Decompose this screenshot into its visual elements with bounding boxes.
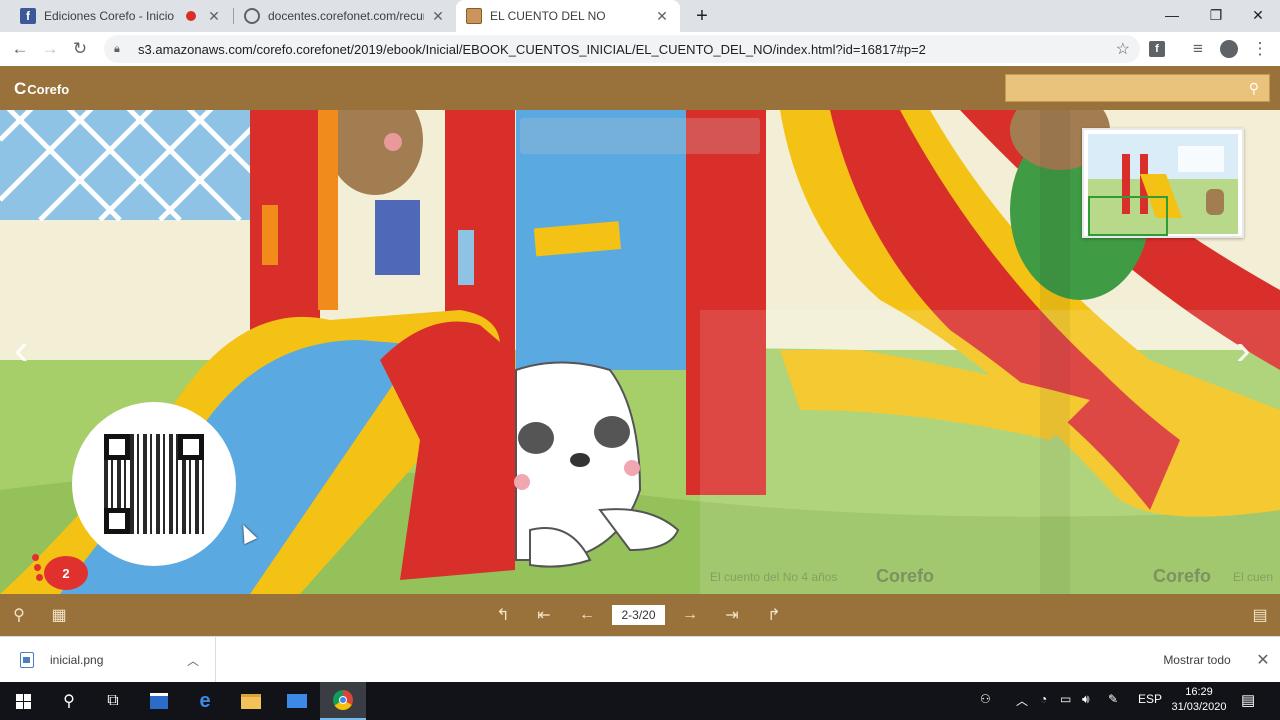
clock-time: 16:29 bbox=[1185, 686, 1213, 698]
search-icon: ⚲ bbox=[1248, 79, 1259, 96]
ebook-page-view[interactable]: ‹ › 2 El cuento del No 4 años Corefo Cor… bbox=[0, 110, 1280, 594]
task-view-icon[interactable]: ⧉ bbox=[90, 682, 136, 720]
zoom-toolbar-overlay[interactable] bbox=[520, 118, 760, 154]
browser-toolbar: ← → ↻ 🔒︎ s3.amazonaws.com/corefo.corefon… bbox=[0, 32, 1280, 66]
chrome-icon[interactable] bbox=[320, 682, 366, 720]
browser-tab-strip: f Ediciones Corefo - Inicio ✕ docentes.c… bbox=[0, 0, 1280, 32]
chevron-up-icon[interactable]: ︿ bbox=[187, 652, 199, 669]
tab-close-icon[interactable]: ✕ bbox=[430, 8, 446, 25]
tab-el-cuento-del-no[interactable]: EL CUENTO DEL NO ✕ bbox=[456, 0, 680, 32]
page-indicator[interactable]: 2-3/20 bbox=[612, 605, 665, 625]
tab-close-icon[interactable]: ✕ bbox=[654, 8, 670, 25]
next-page-icon[interactable]: → bbox=[679, 604, 701, 626]
corefo-logo: C Corefo bbox=[14, 79, 70, 98]
volume-icon[interactable]: 🔊︎ bbox=[1082, 692, 1090, 707]
edge-icon[interactable]: e bbox=[182, 682, 228, 720]
reader-header: C Corefo ⚲ bbox=[0, 66, 1280, 110]
new-tab-button[interactable]: + bbox=[690, 4, 714, 28]
image-file-icon bbox=[20, 652, 34, 668]
facebook-icon: f bbox=[20, 8, 36, 24]
download-item[interactable]: inicial.png ︿ bbox=[10, 637, 216, 683]
media-icon[interactable]: ≡ bbox=[1186, 37, 1210, 61]
page-number-badge: 2 bbox=[44, 556, 88, 590]
search-icon[interactable]: ⚲ bbox=[46, 682, 92, 720]
restore-icon[interactable]: ❐ bbox=[1194, 0, 1238, 30]
minimize-icon[interactable]: — bbox=[1150, 0, 1194, 30]
reload-icon[interactable]: ↻ bbox=[68, 37, 92, 61]
redo-icon[interactable]: ↱ bbox=[763, 604, 785, 626]
minimap-viewport[interactable] bbox=[1088, 196, 1168, 236]
download-file-name: inicial.png bbox=[50, 653, 104, 667]
store-icon[interactable] bbox=[136, 682, 182, 720]
people-icon[interactable]: ⚇ bbox=[980, 692, 991, 706]
page-footer-text: El cuento del No 4 años bbox=[710, 570, 838, 584]
qr-finder-top-left bbox=[104, 434, 130, 460]
back-icon[interactable]: ← bbox=[8, 37, 32, 61]
windows-taskbar: ⚲ ⧉ e ⚇ ︿ ◔ ▭ 🔊︎ ✎ ESP 16:29 31/03/2020 … bbox=[0, 682, 1280, 720]
page-footer-text-right: El cuen bbox=[1233, 570, 1274, 584]
language-indicator[interactable]: ESP bbox=[1138, 692, 1162, 706]
clock-date: 31/03/2020 bbox=[1171, 701, 1227, 713]
file-explorer-icon[interactable] bbox=[228, 682, 274, 720]
globe-icon bbox=[244, 8, 260, 24]
qr-finder-top-right bbox=[178, 434, 204, 460]
menu-kebab-icon[interactable]: ⋮ bbox=[1248, 37, 1272, 61]
page-minimap[interactable] bbox=[1082, 128, 1244, 238]
forward-icon[interactable]: → bbox=[38, 37, 62, 61]
close-window-icon[interactable]: ✕ bbox=[1236, 0, 1280, 30]
tab-close-icon[interactable]: ✕ bbox=[206, 8, 222, 25]
last-page-icon[interactable]: ⇥ bbox=[721, 604, 743, 626]
reader-search-input[interactable]: ⚲ bbox=[1005, 74, 1270, 102]
extension-icon[interactable]: f bbox=[1145, 37, 1169, 61]
book-icon bbox=[466, 8, 482, 24]
tab-docentes[interactable]: docentes.corefonet.com/recursos ✕ bbox=[234, 0, 456, 32]
thumbnails-grid-icon[interactable]: ▦ bbox=[48, 604, 70, 626]
download-shelf: inicial.png ︿ Mostrar todo ✕ bbox=[0, 636, 1280, 683]
lock-icon: 🔒︎ bbox=[114, 42, 120, 55]
mail-icon[interactable] bbox=[274, 682, 320, 720]
page-footer-brand-right: Corefo bbox=[1153, 566, 1211, 586]
qr-finder-bottom-left bbox=[104, 508, 130, 534]
show-all-downloads-button[interactable]: Mostrar todo bbox=[1152, 647, 1242, 673]
close-shelf-icon[interactable]: ✕ bbox=[1252, 649, 1274, 671]
bookmark-star-icon[interactable]: ☆ bbox=[1116, 39, 1130, 59]
pen-icon[interactable]: ✎ bbox=[1108, 692, 1118, 706]
qr-code-badge[interactable] bbox=[72, 402, 236, 566]
system-clock[interactable]: 16:29 31/03/2020 bbox=[1166, 685, 1232, 715]
tray-chevron-up-icon[interactable]: ︿ bbox=[1016, 692, 1028, 709]
tab-ediciones-corefo[interactable]: f Ediciones Corefo - Inicio ✕ bbox=[10, 0, 232, 32]
table-of-contents-icon[interactable]: ▤ bbox=[1249, 604, 1271, 626]
recording-icon bbox=[186, 11, 196, 21]
previous-page-arrow-icon[interactable]: ‹ bbox=[14, 325, 44, 375]
undo-icon[interactable]: ↰ bbox=[492, 604, 514, 626]
action-center-icon[interactable]: ▤ bbox=[1241, 691, 1255, 709]
first-page-icon[interactable]: ⇤ bbox=[533, 604, 555, 626]
reader-controls-bar: ⚲ ▦ ↰ ⇤ ← 2-3/20 → ⇥ ↱ ▤ bbox=[0, 594, 1280, 636]
battery-icon[interactable]: ▭ bbox=[1060, 692, 1071, 706]
page-footer-brand: Corefo bbox=[876, 566, 934, 586]
network-icon[interactable]: ◔ bbox=[1040, 692, 1047, 706]
previous-page-icon[interactable]: ← bbox=[576, 604, 598, 626]
account-icon[interactable] bbox=[1217, 37, 1241, 61]
next-page-arrow-icon[interactable]: › bbox=[1236, 325, 1266, 375]
url-text: s3.amazonaws.com/corefo.corefonet/2019/e… bbox=[138, 41, 926, 57]
windows-start-icon[interactable] bbox=[0, 682, 46, 720]
footprint-icon bbox=[32, 550, 46, 584]
zoom-out-icon[interactable]: ⚲ bbox=[8, 604, 30, 626]
address-bar[interactable]: 🔒︎ s3.amazonaws.com/corefo.corefonet/201… bbox=[104, 35, 1140, 63]
